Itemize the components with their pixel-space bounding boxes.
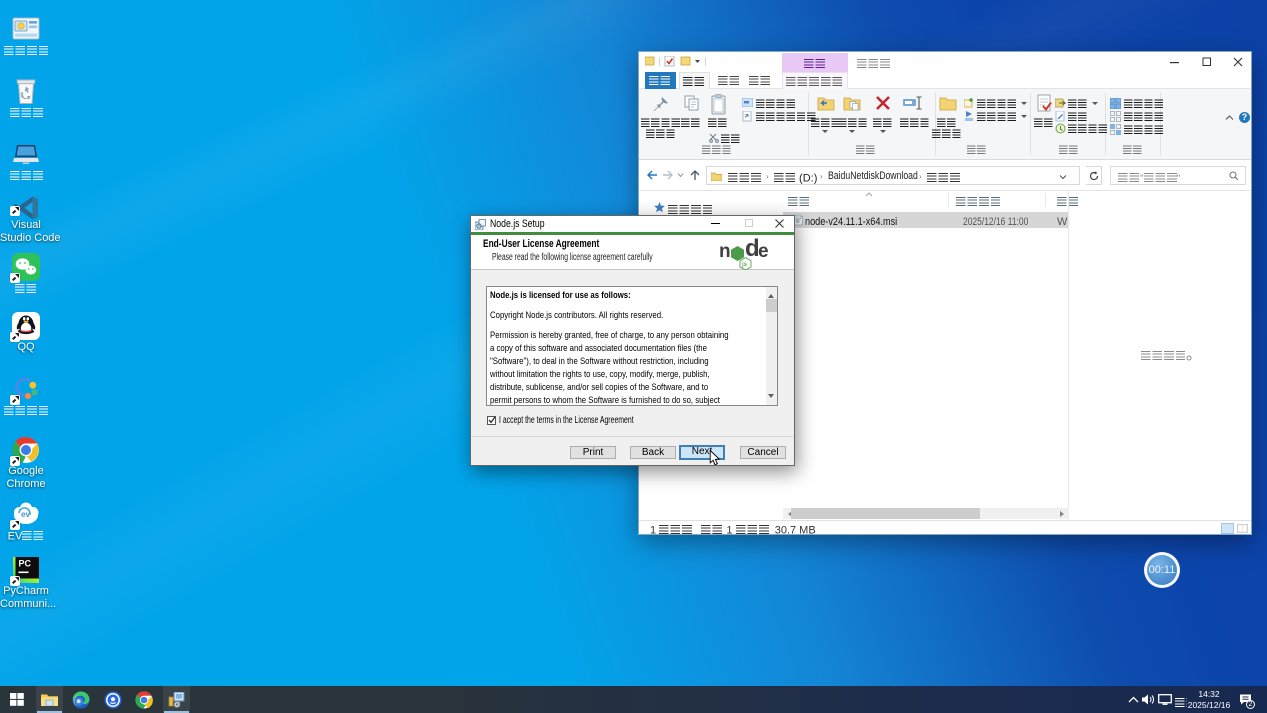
svg-text:ev: ev xyxy=(21,510,30,519)
svg-text:js: js xyxy=(741,262,748,268)
svg-text:PC: PC xyxy=(19,559,32,569)
